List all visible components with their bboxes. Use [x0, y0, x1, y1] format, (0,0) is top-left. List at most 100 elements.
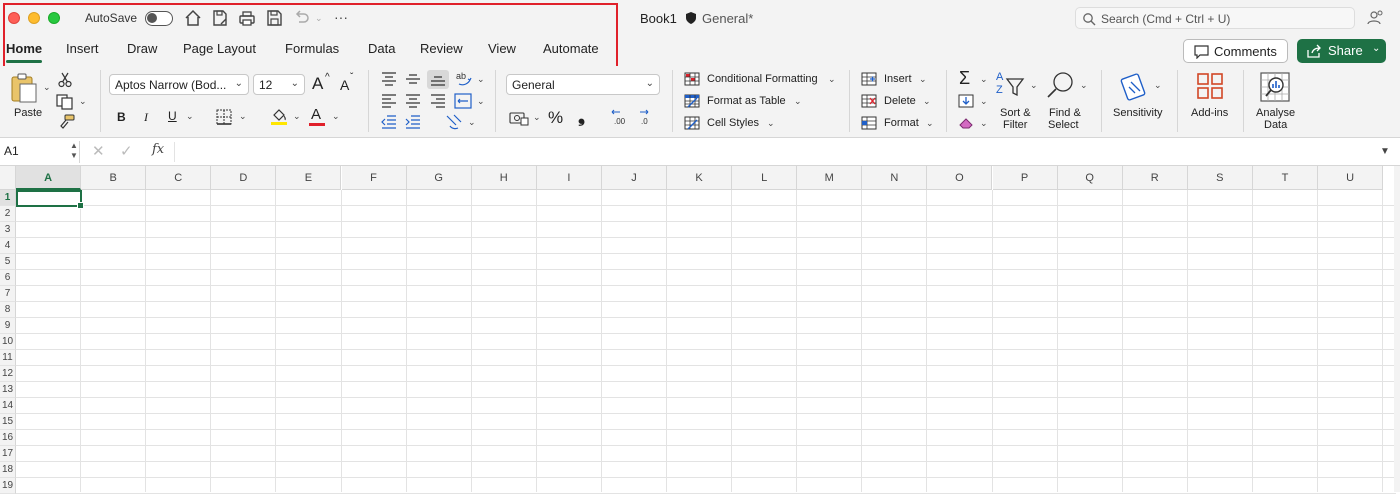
text-direction-chevron-icon[interactable]: ⌄: [468, 117, 476, 128]
paste-icon[interactable]: [10, 72, 38, 104]
align-middle-icon[interactable]: [405, 72, 421, 86]
format-cells-icon[interactable]: [861, 116, 877, 130]
row-header-2[interactable]: 2: [0, 206, 16, 222]
sort-filter-icon[interactable]: [996, 70, 1026, 100]
column-header-d[interactable]: D: [211, 166, 277, 190]
wrap-text-chevron-icon[interactable]: ⌄: [477, 96, 485, 107]
font-color-icon[interactable]: A: [311, 106, 321, 123]
row-header-3[interactable]: 3: [0, 222, 16, 238]
currency-chevron-icon[interactable]: ⌄: [533, 112, 541, 123]
delete-cells-icon[interactable]: [861, 94, 877, 108]
row-header-18[interactable]: 18: [0, 462, 16, 478]
row-header-13[interactable]: 13: [0, 382, 16, 398]
sensitivity-chevron-icon[interactable]: ⌄: [1154, 80, 1162, 91]
find-select-label-line2[interactable]: Select: [1048, 119, 1079, 131]
paste-dropdown-chevron-icon[interactable]: ⌄: [43, 82, 51, 93]
spreadsheet-grid[interactable]: A B C D E F G H I J K L M N O P Q R S T U 1 2 3 4 5 6 7 8 9 10 11 12 13 14…: [0, 166, 1400, 494]
align-bottom-icon[interactable]: [430, 72, 446, 86]
analyse-data-icon[interactable]: [1259, 71, 1291, 103]
orientation-icon[interactable]: ab: [455, 70, 475, 88]
column-header-b[interactable]: B: [81, 166, 147, 190]
delete-cells-chevron-icon[interactable]: ⌄: [923, 96, 931, 107]
font-color-chevron-icon[interactable]: ⌄: [332, 111, 340, 122]
column-header-i[interactable]: I: [536, 166, 602, 190]
format-as-table-chevron-icon[interactable]: ⌄: [794, 96, 802, 107]
row-header-17[interactable]: 17: [0, 446, 16, 462]
increase-indent-icon[interactable]: [405, 115, 421, 129]
insert-function-icon[interactable]: fx: [152, 142, 164, 157]
name-box-stepper-icon[interactable]: ▲ ▼: [70, 141, 78, 161]
name-box[interactable]: A1 ▲ ▼: [0, 141, 80, 163]
add-ins-label[interactable]: Add-ins: [1191, 107, 1228, 119]
clear-chevron-icon[interactable]: ⌄: [980, 118, 988, 129]
column-header-q[interactable]: Q: [1057, 166, 1123, 190]
fill-chevron-icon[interactable]: ⌄: [980, 96, 988, 107]
fill-color-chevron-icon[interactable]: ⌄: [293, 111, 301, 122]
insert-cells-label[interactable]: Insert: [884, 73, 912, 85]
column-header-f[interactable]: F: [341, 166, 407, 190]
borders-icon[interactable]: [216, 109, 232, 125]
row-header-1[interactable]: 1: [0, 190, 16, 206]
align-top-icon[interactable]: [381, 72, 397, 86]
borders-chevron-icon[interactable]: ⌄: [239, 111, 247, 122]
decrease-indent-icon[interactable]: [381, 115, 397, 129]
row-header-6[interactable]: 6: [0, 270, 16, 286]
format-cells-label[interactable]: Format: [884, 117, 919, 129]
column-header-k[interactable]: K: [667, 166, 733, 190]
comma-style-icon[interactable]: ❟: [578, 106, 585, 127]
cell-styles-chevron-icon[interactable]: ⌄: [767, 118, 775, 129]
column-header-c[interactable]: C: [146, 166, 212, 190]
paste-label[interactable]: Paste: [14, 107, 42, 119]
find-select-icon[interactable]: [1046, 70, 1076, 100]
analyse-data-label-line1[interactable]: Analyse: [1256, 107, 1295, 119]
row-header-16[interactable]: 16: [0, 430, 16, 446]
account-icon[interactable]: [1366, 9, 1384, 27]
wrap-text-icon[interactable]: [454, 93, 472, 109]
column-header-r[interactable]: R: [1122, 166, 1188, 190]
row-header-12[interactable]: 12: [0, 366, 16, 382]
conditional-formatting-label[interactable]: Conditional Formatting: [707, 73, 818, 85]
fill-icon[interactable]: [958, 94, 974, 108]
sort-filter-label-line2[interactable]: Filter: [1003, 119, 1027, 131]
decrease-font-size-icon[interactable]: A: [340, 77, 349, 93]
conditional-formatting-chevron-icon[interactable]: ⌄: [828, 74, 836, 85]
find-select-label-line1[interactable]: Find &: [1049, 107, 1081, 119]
increase-decimal-icon[interactable]: .00: [611, 108, 633, 126]
row-header-11[interactable]: 11: [0, 350, 16, 366]
column-header-o[interactable]: O: [927, 166, 993, 190]
copy-icon[interactable]: [56, 94, 74, 110]
selected-cell-a1[interactable]: [16, 190, 84, 209]
orientation-chevron-icon[interactable]: ⌄: [477, 74, 485, 85]
row-header-5[interactable]: 5: [0, 254, 16, 270]
sensitivity-label[interactable]: General*: [702, 11, 753, 26]
autosum-icon[interactable]: Σ: [959, 68, 970, 89]
column-header-u[interactable]: U: [1318, 166, 1384, 190]
bold-button[interactable]: B: [117, 110, 126, 124]
insert-cells-chevron-icon[interactable]: ⌄: [919, 74, 927, 85]
format-as-table-label[interactable]: Format as Table: [707, 95, 786, 107]
column-header-n[interactable]: N: [862, 166, 928, 190]
column-header-t[interactable]: T: [1252, 166, 1318, 190]
align-right-icon[interactable]: [430, 94, 446, 108]
sort-filter-label-line1[interactable]: Sort &: [1000, 107, 1031, 119]
format-painter-icon[interactable]: [57, 114, 75, 130]
find-select-chevron-icon[interactable]: ⌄: [1080, 80, 1088, 91]
vertical-scrollbar[interactable]: [1394, 166, 1400, 492]
confirm-entry-icon[interactable]: ✓: [120, 142, 133, 160]
align-center-icon[interactable]: [405, 94, 421, 108]
search-box[interactable]: Search (Cmd + Ctrl + U): [1075, 7, 1355, 29]
cut-icon[interactable]: [58, 72, 72, 88]
copy-dropdown-chevron-icon[interactable]: ⌄: [79, 96, 87, 107]
sort-filter-chevron-icon[interactable]: ⌄: [1030, 80, 1038, 91]
currency-format-icon[interactable]: [509, 110, 529, 126]
italic-button[interactable]: I: [144, 110, 148, 125]
row-header-4[interactable]: 4: [0, 238, 16, 254]
analyse-data-label-line2[interactable]: Data: [1264, 119, 1287, 131]
format-as-table-icon[interactable]: [684, 94, 700, 108]
sensitivity-icon[interactable]: [1120, 70, 1152, 102]
comments-button[interactable]: Comments: [1183, 39, 1288, 63]
text-direction-icon[interactable]: [444, 113, 464, 131]
autosum-chevron-icon[interactable]: ⌄: [980, 74, 988, 85]
column-header-j[interactable]: J: [601, 166, 667, 190]
share-button[interactable]: Share ⌄: [1297, 39, 1386, 63]
